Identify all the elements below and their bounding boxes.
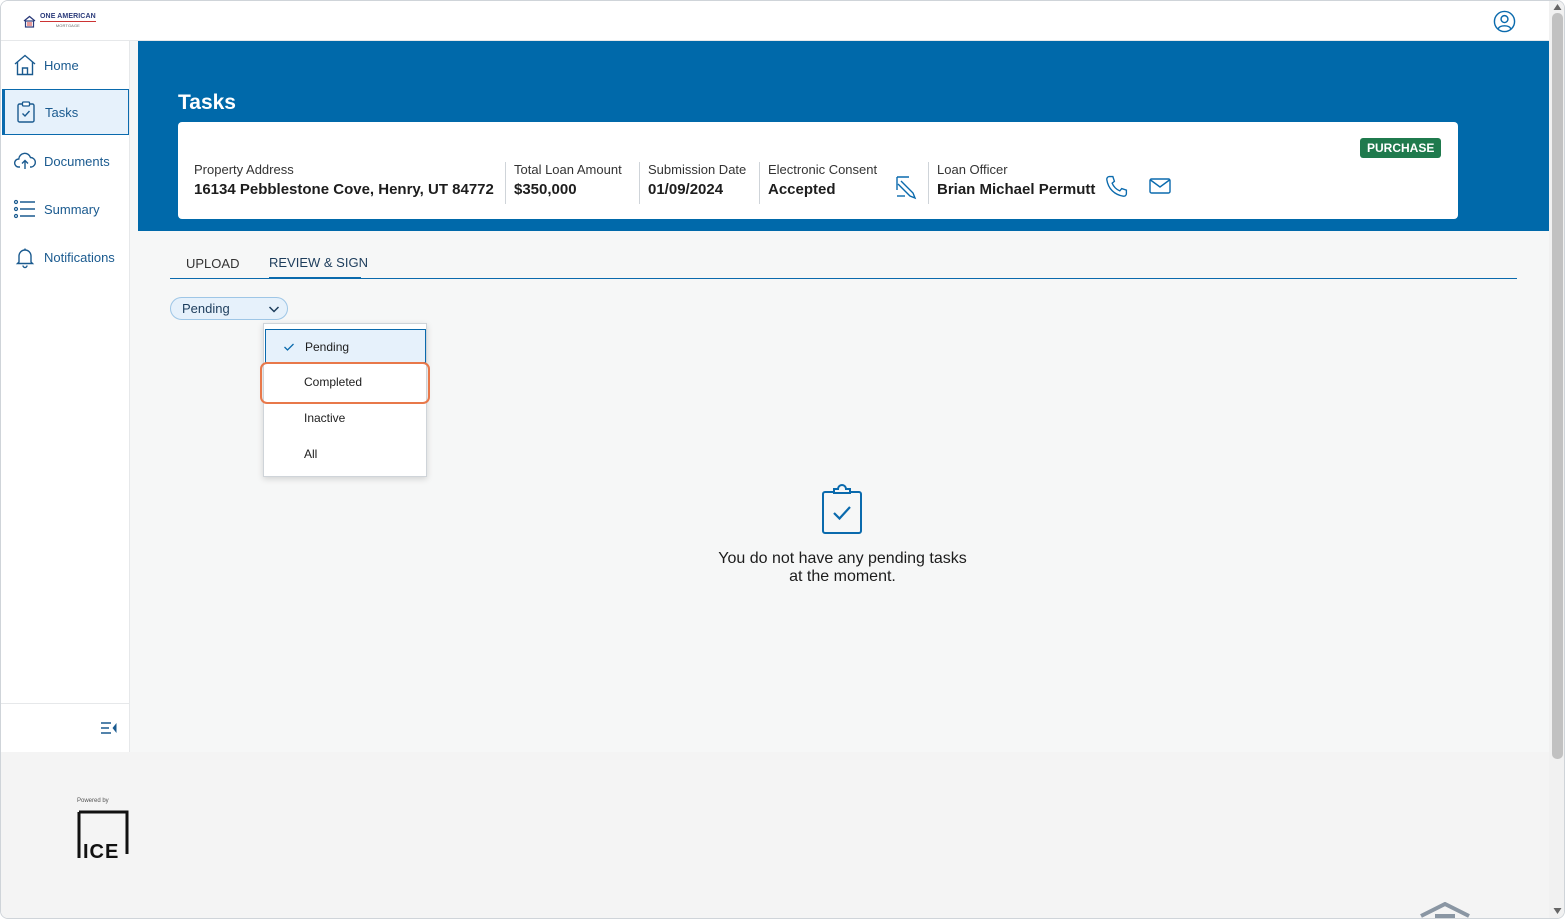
logo-wordmark: ONE AMERICAN MORTGAGE <box>40 13 96 29</box>
equal-housing-icon <box>1420 902 1470 918</box>
total-loan-field: Total Loan Amount $350,000 <box>514 162 622 198</box>
list-icon <box>13 199 35 219</box>
sidebar-item-label: Summary <box>44 201 100 217</box>
clipboard-check-icon <box>17 101 35 123</box>
total-loan-label: Total Loan Amount <box>514 162 622 177</box>
sidebar-item-home[interactable]: Home <box>3 42 129 88</box>
scroll-down-arrow-icon[interactable] <box>1553 907 1562 915</box>
sidebar-item-label: Documents <box>44 153 110 169</box>
filter-option-all[interactable]: All <box>265 437 426 471</box>
loan-officer-value: Brian Michael Permutt <box>937 181 1096 198</box>
email-icon[interactable] <box>1149 177 1171 195</box>
electronic-consent-label: Electronic Consent <box>768 162 878 177</box>
scroll-up-arrow-icon[interactable] <box>1553 3 1562 11</box>
bell-icon <box>15 248 35 269</box>
brand-logo[interactable]: ONE AMERICAN MORTGAGE <box>23 13 96 29</box>
signature-pen-icon[interactable] <box>894 174 918 200</box>
loan-type-badge: PURCHASE <box>1360 138 1442 158</box>
sidebar-item-summary[interactable]: Summary <box>3 186 129 232</box>
ice-logo: ICE <box>77 810 129 860</box>
tab-review-sign[interactable]: REVIEW & SIGN <box>269 255 368 270</box>
field-divider <box>759 162 760 204</box>
empty-state-line1: You do not have any pending tasks <box>718 550 967 567</box>
electronic-consent-value: Accepted <box>768 181 836 198</box>
sidebar-item-label: Home <box>44 57 79 73</box>
tab-upload[interactable]: UPLOAD <box>186 256 239 271</box>
top-bar: ONE AMERICAN MORTGAGE <box>1 1 1549 41</box>
task-tabs: UPLOAD REVIEW & SIGN <box>170 247 1517 279</box>
filter-option-label: Pending <box>305 340 350 354</box>
loan-summary-card: PURCHASE Property Address 16134 Pebblest… <box>178 122 1458 219</box>
total-loan-value: $350,000 <box>514 181 577 198</box>
logo-line2: MORTGAGE <box>40 21 96 29</box>
house-logo-icon <box>23 15 36 28</box>
submission-date-field: Submission Date 01/09/2024 <box>648 162 746 198</box>
main-content: Tasks PURCHASE Property Address 16134 Pe… <box>130 41 1549 752</box>
field-divider <box>639 162 640 204</box>
sidebar-nav: Home Tasks Documents Summary Notificatio… <box>1 41 130 752</box>
field-divider <box>928 162 929 204</box>
sidebar-item-tasks[interactable]: Tasks <box>2 89 129 135</box>
user-profile-icon[interactable] <box>1493 10 1516 33</box>
electronic-consent-field: Electronic Consent Accepted <box>768 162 877 198</box>
page-footer: Powered by ICE <box>1 752 1549 918</box>
loan-officer-field: Loan Officer Brian Michael Permutt <box>937 162 1095 198</box>
property-address-label: Property Address <box>194 162 294 177</box>
powered-by-label: Powered by <box>77 798 109 804</box>
home-icon <box>14 54 36 76</box>
header-banner: Tasks PURCHASE Property Address 16134 Pe… <box>138 41 1549 231</box>
property-address-value: 16134 Pebblestone Cove, Henry, UT 84772 <box>194 181 494 198</box>
empty-state-message: You do not have any pending tasks at the… <box>690 550 995 586</box>
check-icon <box>284 343 294 351</box>
filter-option-label: Inactive <box>304 411 346 425</box>
submission-date-label: Submission Date <box>648 162 747 177</box>
filter-option-pending[interactable]: Pending <box>265 329 426 363</box>
submission-date-value: 01/09/2024 <box>648 181 724 198</box>
clipboard-check-icon <box>822 484 862 534</box>
completed-option-highlight <box>260 362 430 404</box>
collapse-sidebar-icon[interactable] <box>100 720 118 736</box>
sidebar-item-notifications[interactable]: Notifications <box>3 234 129 280</box>
status-filter-value: Pending <box>182 301 230 316</box>
ice-logo-text: ICE <box>83 841 119 860</box>
vertical-scrollbar[interactable] <box>1549 1 1564 918</box>
property-address-field: Property Address 16134 Pebblestone Cove,… <box>194 162 494 198</box>
chevron-down-icon <box>268 306 280 313</box>
status-filter-select[interactable]: Pending <box>170 297 288 320</box>
sidebar-divider <box>1 703 129 704</box>
app-window: ONE AMERICAN MORTGAGE Home Tasks Documen… <box>0 0 1565 919</box>
phone-icon[interactable] <box>1104 174 1129 199</box>
filter-option-inactive[interactable]: Inactive <box>265 401 426 435</box>
field-divider <box>505 162 506 204</box>
sidebar-item-label: Tasks <box>45 104 79 120</box>
loan-officer-label: Loan Officer <box>937 162 1008 177</box>
logo-line1: ONE AMERICAN <box>40 13 96 20</box>
page-title: Tasks <box>178 91 236 114</box>
cloud-upload-icon <box>13 152 36 169</box>
empty-state-line2: at the moment. <box>789 568 896 585</box>
active-tab-indicator <box>269 277 361 279</box>
sidebar-item-documents[interactable]: Documents <box>3 138 129 184</box>
sidebar-item-label: Notifications <box>44 249 115 265</box>
scrollbar-thumb[interactable] <box>1552 13 1563 759</box>
filter-option-label: All <box>304 447 318 461</box>
